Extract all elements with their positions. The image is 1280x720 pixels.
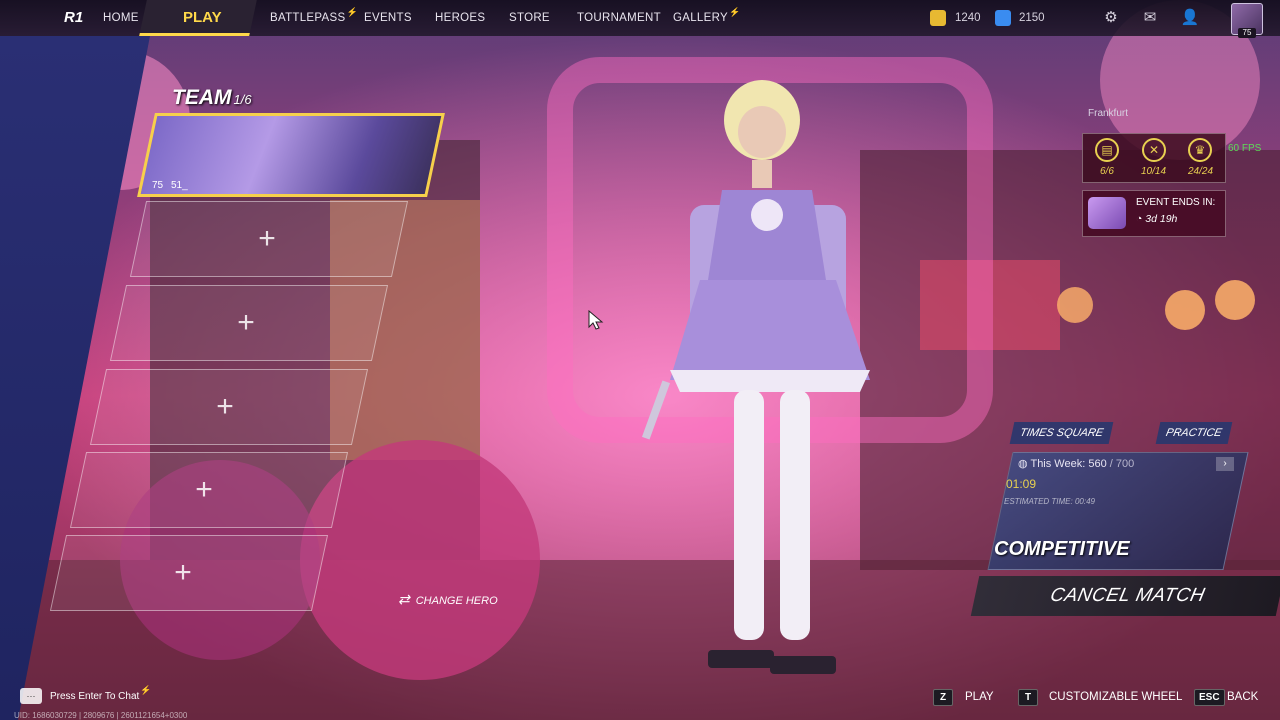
- play-hint[interactable]: PLAY: [965, 691, 994, 703]
- user-id: UID: 1686030729 | 2809676 | 2601121654+0…: [14, 711, 188, 720]
- key-z: Z: [933, 689, 953, 706]
- add-member-icon: +: [258, 222, 276, 255]
- event-title: EVENT ENDS IN:: [1136, 197, 1216, 208]
- trophy-icon: ♛: [1188, 138, 1212, 162]
- map-tag[interactable]: TIMES SQUARE: [1009, 422, 1114, 444]
- stat-value: 6/6: [1100, 166, 1114, 177]
- weekly-progress-value: 560: [1088, 458, 1107, 470]
- team-count: 1/6: [233, 92, 252, 107]
- chevron-right-icon[interactable]: ›: [1216, 457, 1234, 471]
- stat-value: 24/24: [1188, 166, 1214, 177]
- chat-hint: Press Enter To Chat⚡: [50, 685, 152, 702]
- nav-heroes[interactable]: HEROES: [435, 0, 485, 36]
- stat-value: 10/14: [1141, 166, 1167, 177]
- settings-gear-icon[interactable]: ⚙: [1101, 8, 1121, 28]
- team-title-label: TEAM: [172, 86, 232, 109]
- back-hint[interactable]: BACK: [1227, 691, 1258, 703]
- add-member-icon: +: [174, 556, 192, 589]
- gold-currency-icon[interactable]: [930, 10, 946, 26]
- globe-icon: ◍: [1018, 458, 1031, 470]
- team-member-level: 75: [152, 180, 164, 191]
- key-t: T: [1018, 689, 1038, 706]
- weekly-progress: ◍ This Week: 560 / 700: [1018, 457, 1134, 470]
- event-time-value: 3d 19h: [1145, 213, 1178, 225]
- nav-play[interactable]: PLAY: [183, 0, 222, 36]
- customizable-wheel-hint[interactable]: CUSTOMIZABLE WHEEL: [1049, 691, 1182, 703]
- nav-tournament[interactable]: TOURNAMENT: [577, 0, 661, 36]
- blue-currency-value: 2150: [1019, 12, 1045, 24]
- new-alert-icon: ⚡: [728, 7, 741, 17]
- nav-gallery-label: GALLERY: [673, 12, 728, 24]
- team-member-name: 51_: [171, 180, 188, 191]
- blue-currency-icon[interactable]: [995, 10, 1011, 26]
- weekly-progress-max: / 700: [1109, 458, 1135, 470]
- new-alert-icon: ⚡: [346, 7, 358, 17]
- friends-icon[interactable]: 👤: [1180, 8, 1200, 28]
- estimated-time: ESTIMATED TIME: 00:49: [1004, 497, 1095, 506]
- mail-icon[interactable]: ✉: [1140, 8, 1160, 28]
- new-alert-icon: ⚡: [140, 685, 152, 695]
- game-logo[interactable]: R1: [64, 9, 98, 27]
- change-hero-button[interactable]: ⇄ CHANGE HERO: [398, 591, 498, 611]
- clock-icon: ◔: [1136, 213, 1146, 225]
- nav-battlepass-label: BATTLEPASS: [270, 12, 346, 24]
- team-title: TEAM 1/6: [172, 86, 252, 110]
- gold-currency-value: 1240: [955, 12, 981, 24]
- fps-counter: 60 FPS: [1228, 143, 1262, 154]
- swap-arrows-icon: ⇄: [398, 591, 410, 607]
- crossed-swords-icon: ✕: [1142, 138, 1166, 162]
- server-region[interactable]: Frankfurt: [1088, 108, 1128, 119]
- lobby-scene: R1 HOME PLAY BATTLEPASS⚡ EVENTS HEROES S…: [0, 0, 1280, 720]
- key-esc: ESC: [1194, 689, 1225, 706]
- nav-events[interactable]: EVENTS: [364, 0, 412, 36]
- queue-timer: 01:09: [1006, 477, 1037, 491]
- mouse-cursor-icon: [588, 310, 604, 330]
- chat-icon[interactable]: ···: [20, 688, 42, 704]
- scroll-icon: ▤: [1095, 138, 1119, 162]
- add-member-icon: +: [195, 473, 213, 506]
- chat-hint-label: Press Enter To Chat: [50, 691, 140, 702]
- event-time: ◔ 3d 19h: [1136, 213, 1177, 225]
- practice-button[interactable]: PRACTICE: [1155, 422, 1232, 444]
- weekly-progress-label: This Week:: [1030, 458, 1086, 470]
- nav-battlepass[interactable]: BATTLEPASS⚡: [270, 0, 358, 36]
- nav-gallery[interactable]: GALLERY⚡: [673, 0, 740, 36]
- add-member-icon: +: [237, 306, 255, 339]
- nav-store[interactable]: STORE: [509, 0, 550, 36]
- nav-home[interactable]: HOME: [103, 0, 139, 36]
- player-level-badge: 75: [1238, 28, 1256, 38]
- top-navigation-bar: R1 HOME PLAY BATTLEPASS⚡ EVENTS HEROES S…: [0, 0, 1280, 36]
- add-member-icon: +: [216, 390, 234, 423]
- game-mode-title: COMPETITIVE: [994, 538, 1130, 560]
- cancel-match-button[interactable]: CANCEL MATCH: [970, 576, 1280, 616]
- change-hero-label: CHANGE HERO: [415, 595, 498, 607]
- gift-icon: [1088, 197, 1126, 229]
